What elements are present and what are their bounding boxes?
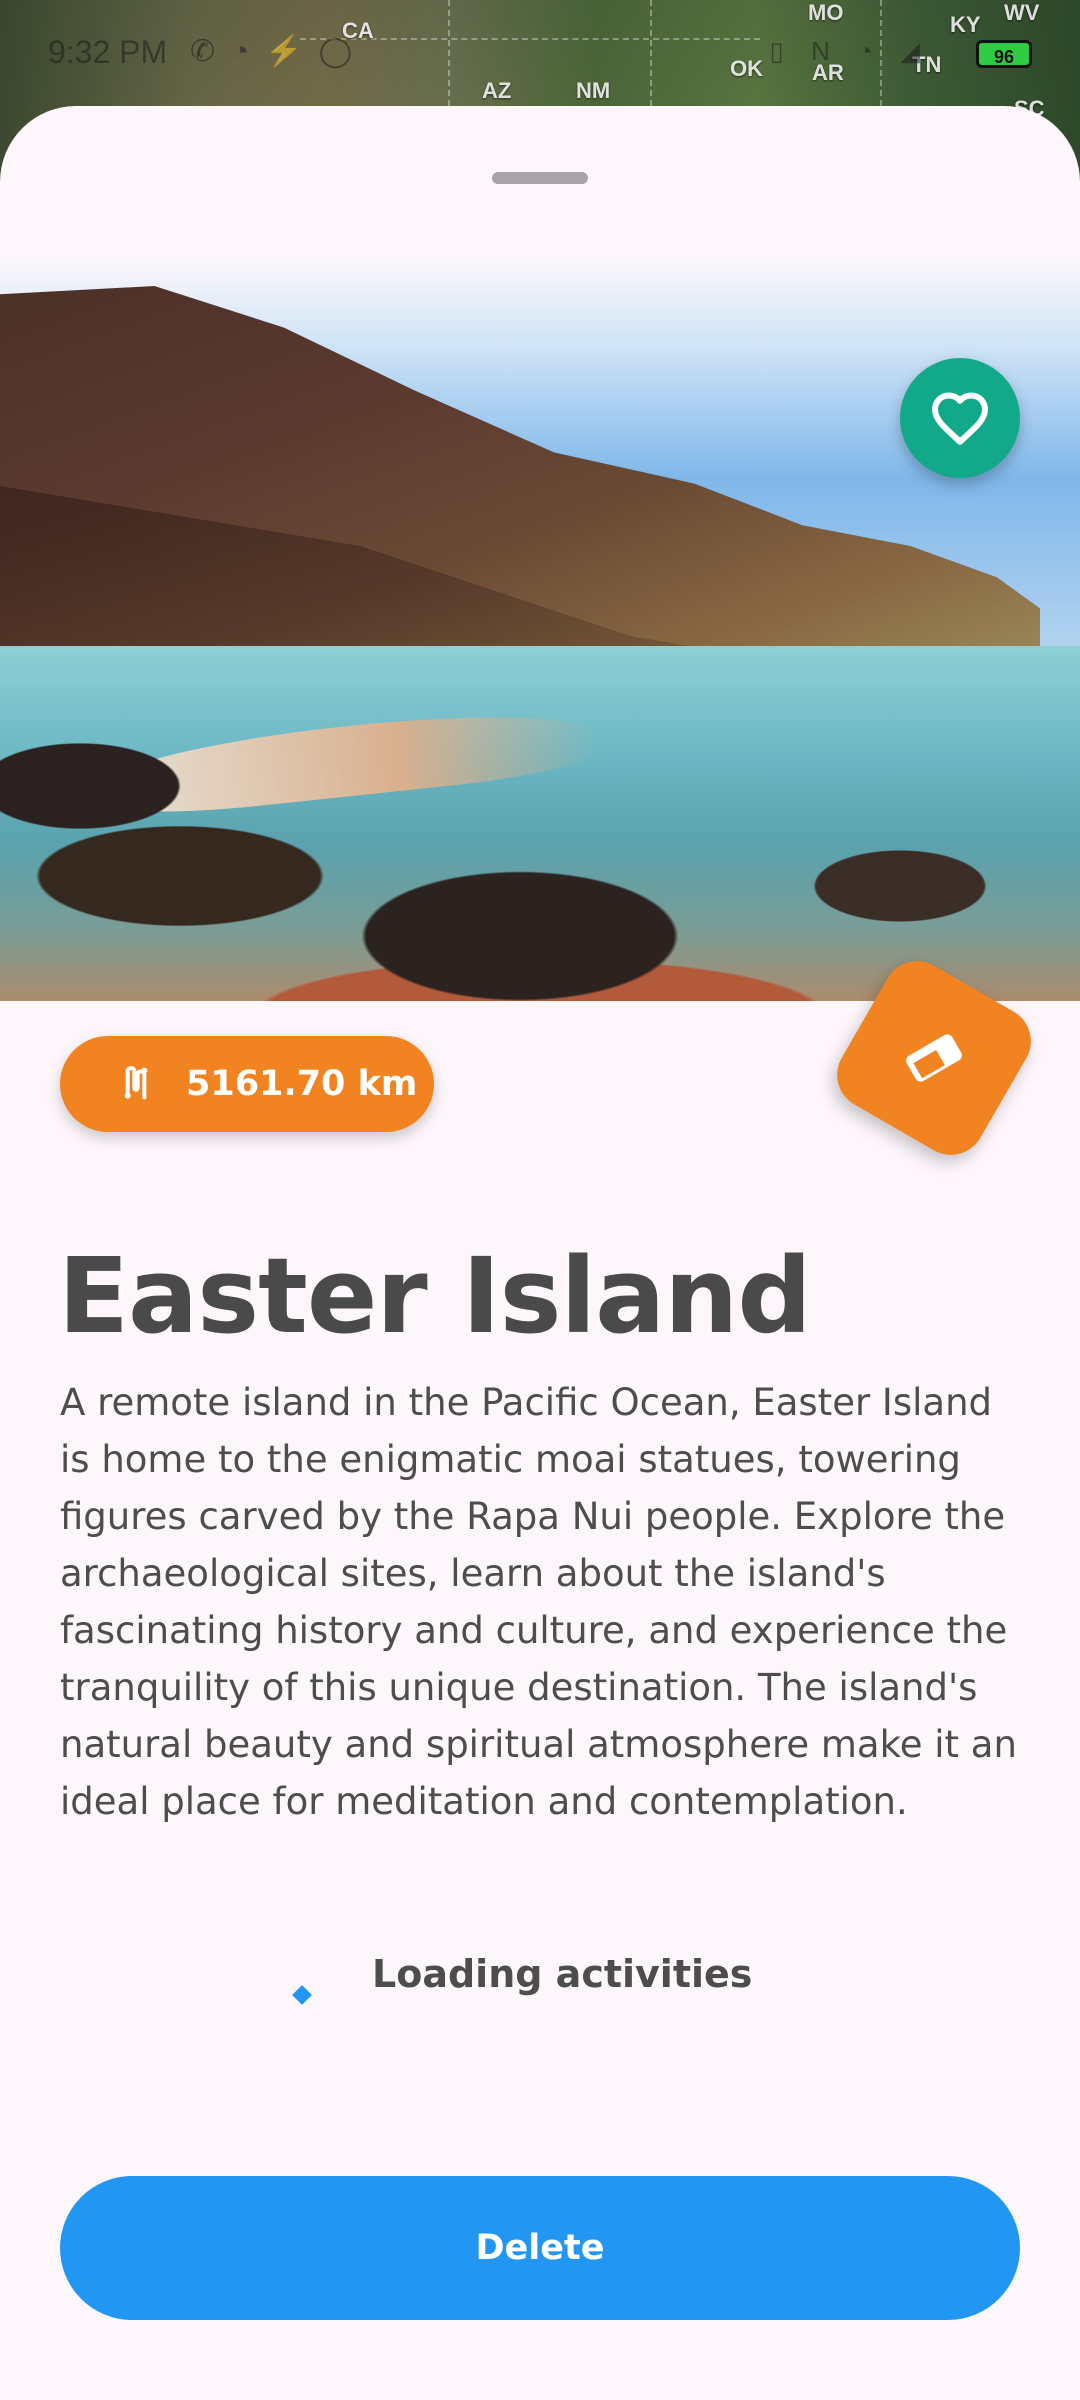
loading-label: Loading activities: [372, 1952, 753, 1996]
place-title: Easter Island: [58, 1235, 812, 1357]
place-hero-image: [0, 256, 1080, 1001]
eraser-icon: [906, 1034, 962, 1082]
activities-loading: Loading activities: [0, 1952, 1080, 2008]
loading-spinner-icon: [292, 1985, 312, 2005]
system-icons: ▯ N ◔ ◢: [769, 36, 930, 66]
distance-value: 5161.70 km: [186, 1064, 418, 1104]
distance-chip: 5161.70 km: [60, 1036, 434, 1132]
battery-icon: 96: [976, 40, 1032, 68]
status-bar: 9:32 PM ✆◔⚡◯ ▯ N ◔ ◢ 96: [0, 0, 1080, 106]
status-time: 9:32 PM: [48, 34, 168, 70]
place-description: A remote island in the Pacific Ocean, Ea…: [60, 1381, 1017, 1823]
heart-outline-icon: [932, 392, 988, 445]
favorite-button[interactable]: [900, 358, 1020, 478]
drag-handle[interactable]: [492, 172, 588, 184]
route-icon: [124, 1066, 148, 1100]
delete-button[interactable]: Delete: [60, 2176, 1020, 2320]
notification-icons: ✆◔⚡◯: [190, 35, 369, 68]
place-detail-sheet: 5161.70 km Easter Island A remote island…: [0, 106, 1080, 2400]
